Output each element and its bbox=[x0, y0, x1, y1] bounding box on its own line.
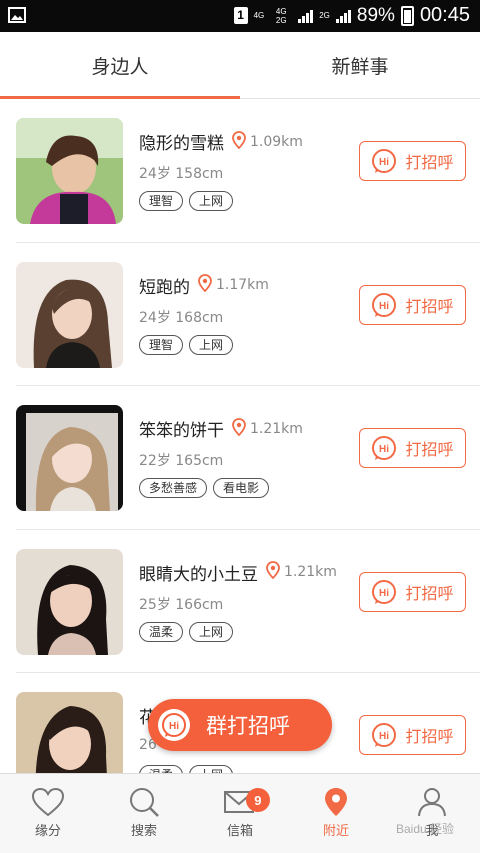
status-bar: 1 4G 4G 2G 2G 89% 00:45 bbox=[0, 0, 480, 32]
tag: 上网 bbox=[189, 191, 234, 211]
heart-icon bbox=[31, 787, 65, 817]
avatar[interactable] bbox=[16, 118, 123, 224]
age-height: 24岁 168cm bbox=[139, 309, 224, 326]
hi-icon: Hi bbox=[372, 579, 397, 604]
signal-icon bbox=[298, 9, 314, 23]
search-icon bbox=[130, 788, 159, 817]
avatar[interactable] bbox=[16, 548, 123, 655]
list-item[interactable]: 短跑的 1.17km 24岁 168cm 理智 上网 Hi 打招呼 bbox=[16, 243, 480, 386]
user-name: 眼睛大的小土豆 bbox=[139, 564, 258, 585]
hi-icon: Hi bbox=[158, 709, 190, 741]
unread-badge: 9 bbox=[245, 788, 270, 812]
mass-hi-text: Hi bbox=[169, 721, 179, 732]
hi-icon: Hi bbox=[372, 723, 397, 747]
greet-button[interactable]: Hi 打招呼 bbox=[359, 571, 466, 612]
mass-greet-label: 群打招呼 bbox=[206, 714, 290, 738]
hi-text: Hi bbox=[379, 157, 389, 168]
network-type-3: 2G bbox=[319, 11, 330, 20]
clock: 00:45 bbox=[419, 4, 470, 26]
list-item[interactable]: 隐形的雪糕 1.09km 24岁 158cm 理智 上网 Hi 打招呼 bbox=[16, 99, 480, 243]
profile-icon bbox=[418, 788, 446, 817]
avatar[interactable] bbox=[16, 692, 123, 773]
tag: 上网 bbox=[189, 621, 234, 642]
tab-nearby-people[interactable]: 身边人 bbox=[0, 32, 240, 99]
tag-list: 温柔 上网 bbox=[139, 765, 234, 773]
hi-text: Hi bbox=[379, 301, 389, 312]
avatar[interactable] bbox=[16, 405, 123, 511]
location-pin-icon bbox=[266, 561, 280, 583]
user-name: 隐形的雪糕 bbox=[139, 134, 224, 154]
greet-label: 打招呼 bbox=[405, 153, 454, 172]
tag-list: 温柔 上网 bbox=[139, 621, 234, 642]
tag: 温柔 bbox=[139, 765, 184, 773]
nav-item-me[interactable]: 我 bbox=[384, 774, 480, 853]
tag-list: 多愁善感 看电影 bbox=[139, 478, 270, 498]
tag: 看电影 bbox=[213, 478, 270, 498]
greet-label: 打招呼 bbox=[405, 727, 454, 746]
network-type-2: 4G 2G bbox=[275, 6, 287, 25]
hi-icon: Hi bbox=[372, 149, 397, 173]
user-name: 短跑的 bbox=[139, 277, 190, 298]
tag: 上网 bbox=[189, 334, 234, 355]
list-item[interactable]: 眼睛大的小土豆 1.21km 25岁 166cm 温柔 上网 Hi 打招呼 bbox=[16, 530, 480, 673]
location-pin-icon bbox=[232, 130, 246, 153]
bottom-nav: 缘分 搜索 9 信箱 附近 我 Baidu 经验 bbox=[0, 773, 480, 853]
nav-label: 搜索 bbox=[130, 824, 157, 839]
hi-text: Hi bbox=[379, 588, 389, 599]
tag: 理智 bbox=[139, 191, 184, 211]
mass-greet-button[interactable]: Hi 群打招呼 bbox=[148, 699, 332, 751]
battery-icon bbox=[400, 5, 414, 26]
hi-icon: Hi bbox=[372, 436, 397, 460]
avatar[interactable] bbox=[16, 261, 123, 368]
nav-item-fate[interactable]: 缘分 bbox=[0, 774, 96, 853]
nav-item-nearby[interactable]: 附近 bbox=[288, 774, 384, 853]
location-pin-icon bbox=[198, 274, 212, 296]
nav-label: 附近 bbox=[322, 824, 349, 839]
greet-button[interactable]: Hi 打招呼 bbox=[359, 284, 466, 325]
distance: 1.21km bbox=[284, 564, 337, 580]
hi-text: Hi bbox=[379, 444, 389, 455]
tag: 温柔 bbox=[139, 621, 184, 642]
age-height: 24岁 158cm bbox=[139, 166, 224, 182]
tab-whats-new[interactable]: 新鲜事 bbox=[240, 32, 480, 98]
age-height: 25岁 166cm bbox=[139, 596, 224, 613]
tag: 上网 bbox=[189, 765, 234, 773]
nav-item-mailbox[interactable]: 9 信箱 bbox=[192, 774, 288, 853]
tag-list: 理智 上网 bbox=[139, 191, 234, 211]
signal-icon-2 bbox=[335, 9, 351, 23]
watermark: Baidu 经验 bbox=[395, 822, 454, 836]
distance: 1.09km bbox=[250, 133, 303, 150]
age-height: 22岁 165cm bbox=[139, 453, 224, 469]
greet-label: 打招呼 bbox=[405, 583, 454, 603]
tag-list: 理智 上网 bbox=[139, 334, 234, 355]
nav-label: 缘分 bbox=[34, 824, 61, 839]
distance: 1.21km bbox=[250, 420, 303, 437]
gallery-notification-icon bbox=[8, 7, 26, 27]
greet-label: 打招呼 bbox=[405, 440, 454, 459]
sim-icon: 1 bbox=[233, 7, 248, 24]
user-name: 笨笨的饼干 bbox=[139, 421, 224, 441]
location-pin-icon bbox=[232, 417, 246, 440]
hi-text: Hi bbox=[379, 731, 389, 742]
list-item[interactable]: 笨笨的饼干 1.21km 22岁 165cm 多愁善感 看电影 Hi 打招呼 bbox=[16, 386, 480, 530]
nav-label: 信箱 bbox=[226, 824, 253, 839]
battery-percent: 89% bbox=[356, 4, 395, 26]
top-tabs: 身边人 新鲜事 bbox=[0, 32, 480, 99]
user-list: 隐形的雪糕 1.09km 24岁 158cm 理智 上网 Hi 打招呼 短跑的 bbox=[0, 99, 480, 773]
location-pin-icon bbox=[325, 788, 347, 816]
network-type: 4G bbox=[253, 11, 265, 20]
nav-item-search[interactable]: 搜索 bbox=[96, 774, 192, 853]
greet-button[interactable]: Hi 打招呼 bbox=[359, 428, 466, 468]
hi-icon: Hi bbox=[372, 292, 397, 317]
distance: 1.17km bbox=[216, 277, 269, 293]
tag: 理智 bbox=[139, 334, 184, 355]
greet-button[interactable]: Hi 打招呼 bbox=[359, 141, 466, 181]
greet-label: 打招呼 bbox=[405, 296, 454, 316]
tag: 多愁善感 bbox=[139, 478, 208, 498]
greet-button[interactable]: Hi 打招呼 bbox=[359, 715, 466, 755]
